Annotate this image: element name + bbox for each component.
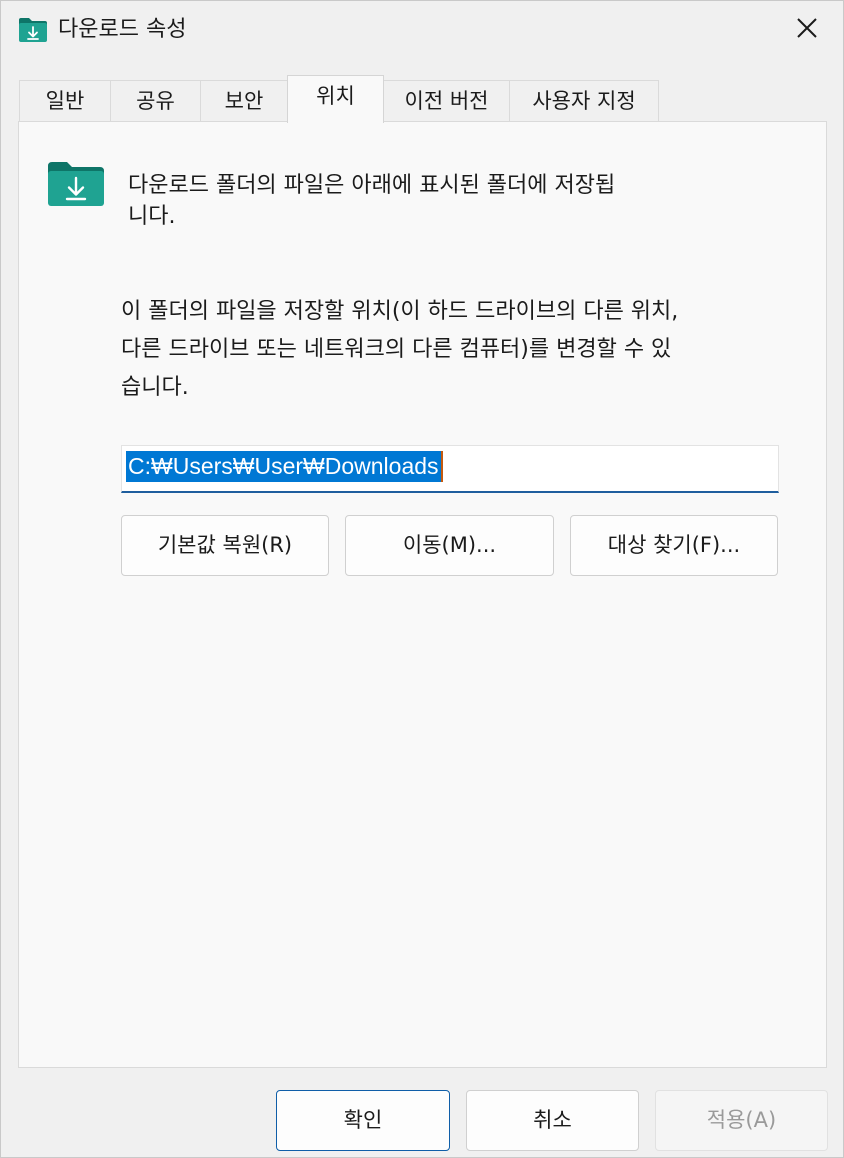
close-button[interactable] bbox=[771, 1, 843, 59]
tab-sharing[interactable]: 공유 bbox=[110, 80, 201, 122]
apply-button[interactable]: 적용(A) bbox=[655, 1090, 828, 1151]
close-icon bbox=[796, 17, 818, 43]
download-folder-icon bbox=[47, 161, 105, 207]
tab-location[interactable]: 위치 bbox=[287, 75, 384, 123]
description-line: 이 폴더의 파일을 저장할 위치(이 하드 드라이브의 다른 위치, bbox=[121, 299, 679, 324]
tab-security[interactable]: 보안 bbox=[200, 80, 288, 122]
location-header-text: 다운로드 폴더의 파일은 아래에 표시된 폴더에 저장됩 니다. bbox=[128, 170, 728, 232]
header-line: 다운로드 폴더의 파일은 아래에 표시된 폴더에 저장됩 bbox=[128, 173, 616, 198]
tab-previous-versions[interactable]: 이전 버전 bbox=[383, 80, 510, 122]
location-description: 이 폴더의 파일을 저장할 위치(이 하드 드라이브의 다른 위치, 다른 드라… bbox=[121, 293, 801, 407]
move-button[interactable]: 이동(M)... bbox=[345, 515, 554, 576]
restore-default-button[interactable]: 기본값 복원(R) bbox=[121, 515, 329, 576]
ok-button[interactable]: 확인 bbox=[276, 1090, 450, 1151]
description-line: 다른 드라이브 또는 네트워크의 다른 컴퓨터)를 변경할 수 있 bbox=[121, 337, 672, 362]
folder-path-selected-text: C:₩Users₩User₩Downloads bbox=[126, 451, 443, 482]
tab-customize[interactable]: 사용자 지정 bbox=[509, 80, 659, 122]
title-bar: 다운로드 속성 bbox=[1, 1, 843, 59]
find-target-button[interactable]: 대상 찾기(F)... bbox=[570, 515, 778, 576]
tab-general[interactable]: 일반 bbox=[19, 80, 111, 122]
description-line: 습니다. bbox=[121, 375, 189, 400]
download-folder-icon bbox=[18, 17, 48, 43]
header-line: 니다. bbox=[128, 204, 176, 229]
location-panel: 다운로드 폴더의 파일은 아래에 표시된 폴더에 저장됩 니다. 이 폴더의 파… bbox=[18, 121, 827, 1068]
cancel-button[interactable]: 취소 bbox=[466, 1090, 639, 1151]
folder-path-input[interactable]: C:₩Users₩User₩Downloads bbox=[121, 445, 779, 493]
properties-dialog: 다운로드 속성 일반 공유 보안 위치 이전 버전 사용자 지정 다운로드 폴더… bbox=[0, 0, 844, 1158]
window-title: 다운로드 속성 bbox=[58, 17, 187, 42]
